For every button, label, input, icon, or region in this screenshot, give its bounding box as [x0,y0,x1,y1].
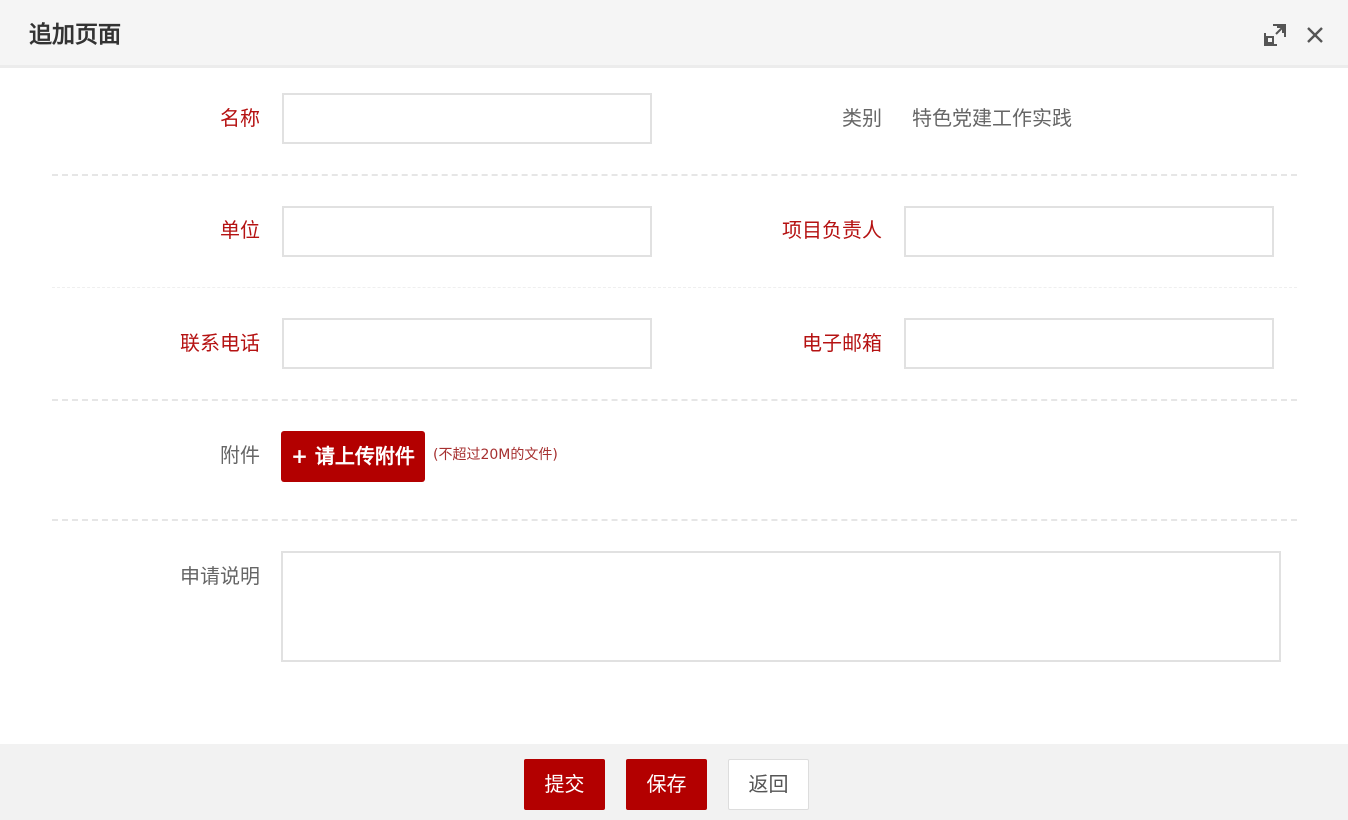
name-label: 名称 [220,106,260,130]
row-divider [52,174,1297,176]
save-button[interactable]: 保存 [626,759,707,810]
attachment-label: 附件 [220,443,260,467]
maximize-icon[interactable] [1264,24,1286,46]
email-input[interactable] [904,318,1274,369]
row-divider [52,519,1297,521]
name-input[interactable] [282,93,652,144]
submit-button[interactable]: 提交 [524,759,605,810]
upload-attachment-button[interactable]: + 请上传附件 [281,431,425,482]
close-icon[interactable] [1305,25,1325,45]
phone-label: 联系电话 [180,331,260,355]
description-textarea[interactable] [281,551,1281,662]
phone-input[interactable] [282,318,652,369]
project-lead-input[interactable] [904,206,1274,257]
row-divider [52,399,1297,401]
dialog-footer: 提交 保存 返回 [0,744,1348,820]
category-value: 特色党建工作实践 [912,106,1072,130]
add-page-dialog: 追加页面 名称 类别 特色党建工作实践 单位 项目负责人 联系电话 电子邮箱 附… [0,0,1348,820]
unit-input[interactable] [282,206,652,257]
row-divider [52,287,1297,288]
back-button[interactable]: 返回 [728,759,809,810]
dialog-titlebar: 追加页面 [0,0,1348,68]
project-lead-label: 项目负责人 [782,218,882,242]
category-label: 类别 [842,106,882,130]
upload-size-hint: (不超过20M的文件) [433,447,558,463]
dialog-title: 追加页面 [29,22,121,48]
email-label: 电子邮箱 [802,331,882,355]
description-label: 申请说明 [180,564,260,588]
unit-label: 单位 [220,218,260,242]
